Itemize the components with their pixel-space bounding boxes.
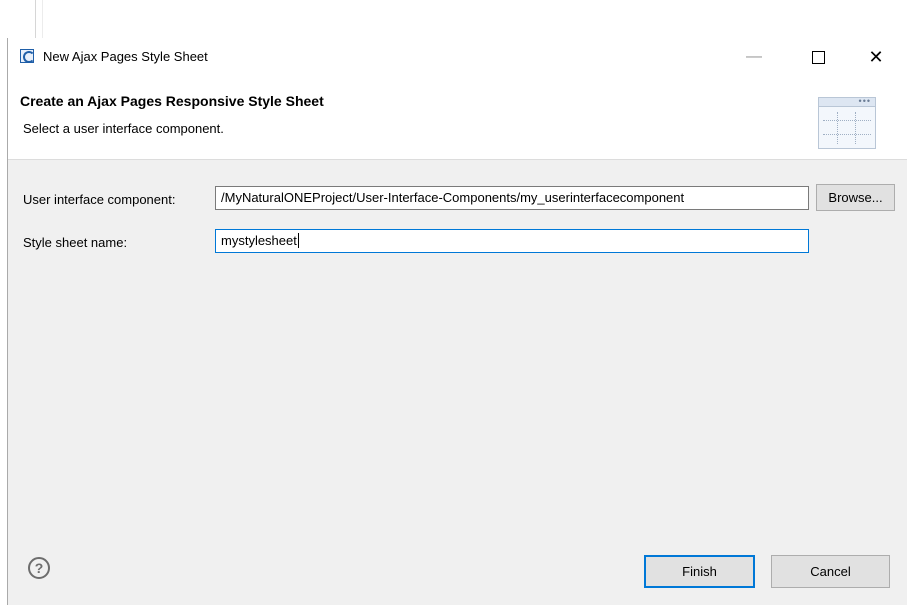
new-style-sheet-dialog: New Ajax Pages Style Sheet — ✕ Create an…	[7, 38, 907, 605]
background-ide-divider-2	[42, 0, 43, 38]
wizard-banner-icon: •••	[818, 96, 876, 149]
help-icon[interactable]: ?	[28, 557, 50, 579]
finish-button[interactable]: Finish	[644, 555, 755, 588]
wizard-title: Create an Ajax Pages Responsive Style Sh…	[20, 93, 324, 109]
text-cursor	[297, 233, 299, 248]
cancel-button[interactable]: Cancel	[771, 555, 890, 588]
style-sheet-name-value: mystylesheet	[221, 233, 297, 248]
close-icon: ✕	[868, 46, 884, 67]
user-interface-component-label: User interface component:	[23, 192, 176, 207]
maximize-icon	[811, 50, 825, 64]
help-glyph: ?	[34, 560, 44, 576]
window-title: New Ajax Pages Style Sheet	[43, 49, 208, 64]
close-button[interactable]: ✕	[853, 38, 899, 76]
style-sheet-name-label: Style sheet name:	[23, 235, 128, 250]
background-ide-divider	[35, 0, 36, 38]
style-sheet-name-field[interactable]: mystylesheet	[215, 229, 809, 253]
user-interface-component-field[interactable]: /MyNaturalONEProject/User-Interface-Comp…	[215, 186, 809, 210]
title-bar[interactable]: New Ajax Pages Style Sheet — ✕	[8, 38, 907, 76]
wizard-banner: Create an Ajax Pages Responsive Style Sh…	[8, 76, 907, 160]
minimize-button[interactable]: —	[731, 38, 777, 76]
browse-button[interactable]: Browse...	[816, 184, 895, 211]
maximize-button[interactable]	[795, 38, 841, 76]
app-icon	[20, 49, 35, 63]
wizard-description: Select a user interface component.	[23, 121, 224, 136]
minimize-icon: —	[746, 48, 762, 65]
